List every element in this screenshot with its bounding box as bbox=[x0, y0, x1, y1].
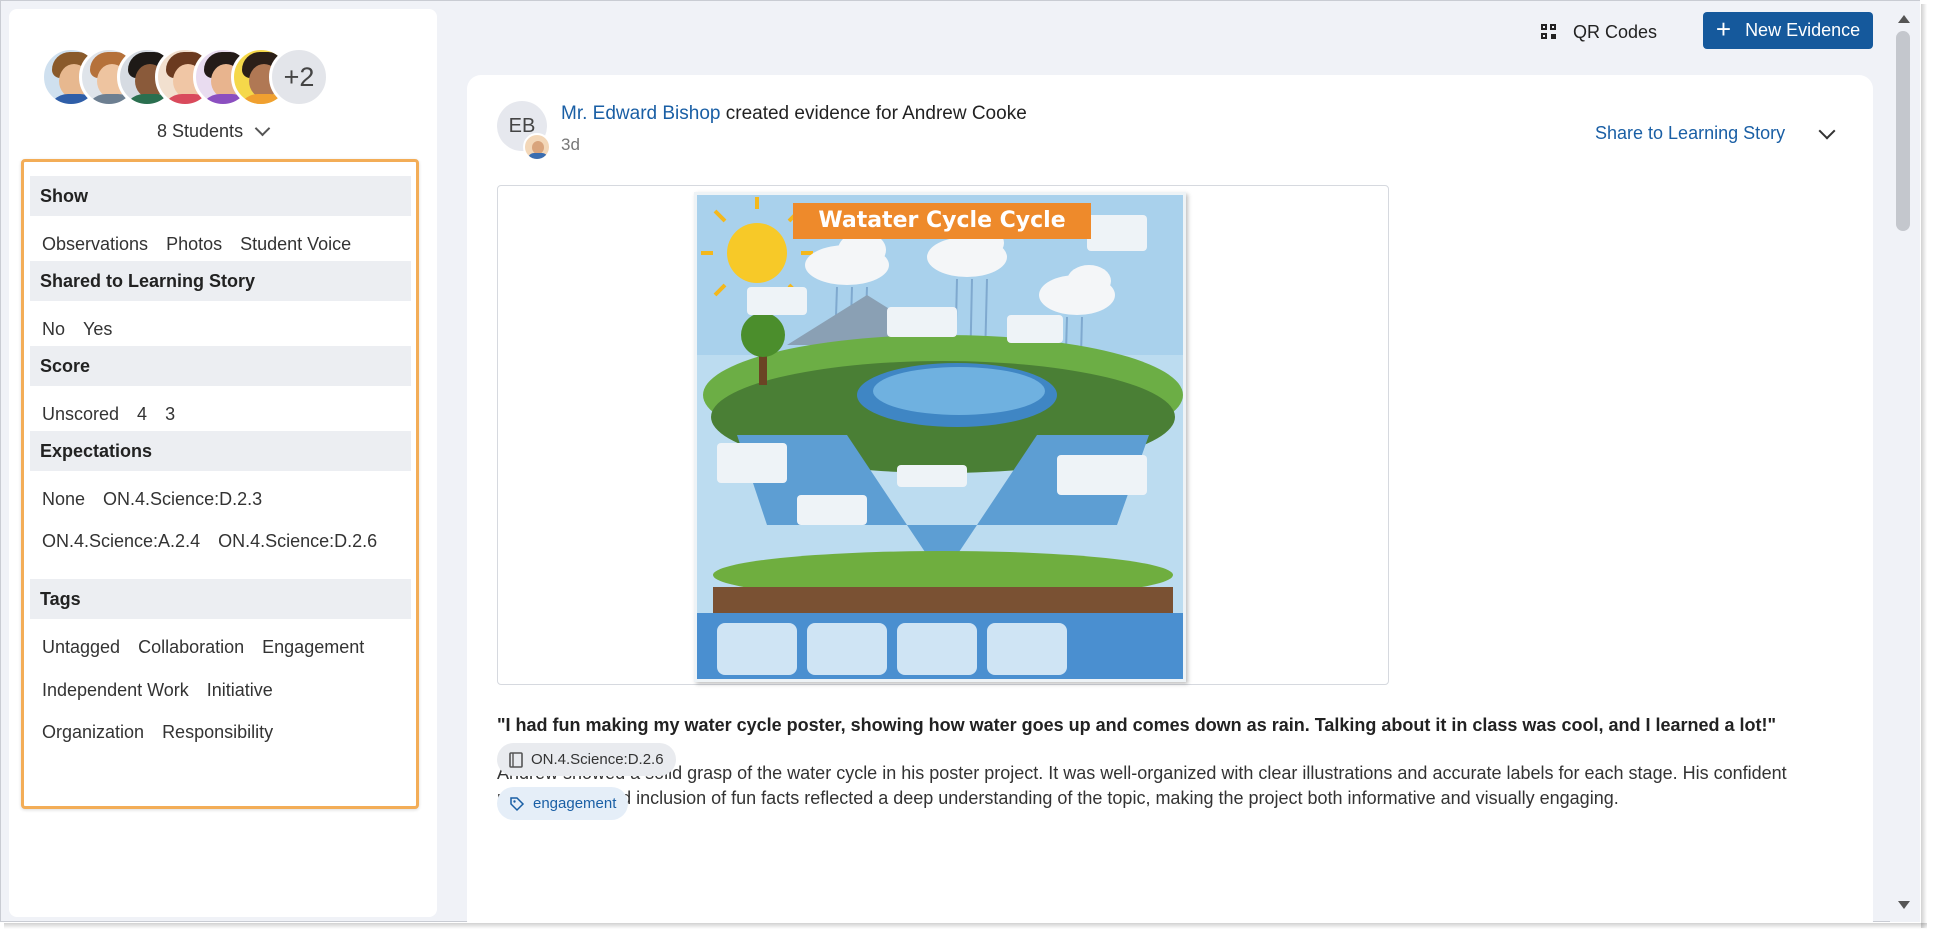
filter-option[interactable]: ON.4.Science:A.2.4 bbox=[42, 531, 200, 552]
filter-options-show: Observations Photos Student Voice bbox=[42, 234, 351, 255]
author-name-link[interactable]: Mr. Edward Bishop bbox=[561, 103, 720, 124]
filter-heading-shared: Shared to Learning Story bbox=[30, 261, 411, 301]
evidence-image-frame[interactable]: Watater Cycle Cycle bbox=[497, 185, 1389, 685]
student-mini-avatar bbox=[523, 133, 551, 161]
poster-illustration bbox=[697, 195, 1183, 679]
filter-options-shared: No Yes bbox=[42, 319, 112, 340]
water-cycle-poster-image[interactable]: Watater Cycle Cycle bbox=[694, 192, 1186, 682]
filter-option[interactable]: Responsibility bbox=[162, 722, 273, 743]
window-shadow bbox=[1921, 4, 1927, 928]
filter-option[interactable]: No bbox=[42, 319, 65, 340]
filter-panel: Show Observations Photos Student Voice S… bbox=[21, 159, 419, 809]
app-window: +2 8 Students Show Observations Photos S… bbox=[0, 0, 1920, 935]
filter-option[interactable]: Untagged bbox=[42, 637, 120, 658]
qr-codes-label: QR Codes bbox=[1573, 21, 1658, 42]
filter-option[interactable]: Collaboration bbox=[138, 637, 244, 658]
book-icon bbox=[509, 751, 523, 768]
student-avatars[interactable]: +2 bbox=[41, 47, 411, 109]
poster-title: Watater Cycle Cycle bbox=[793, 203, 1091, 239]
tag-icon bbox=[510, 796, 525, 811]
evidence-description: Andrew showed a solid grasp of the water… bbox=[497, 763, 1787, 808]
filter-option[interactable]: 4 bbox=[137, 404, 147, 425]
qr-code-icon bbox=[1541, 24, 1557, 40]
new-evidence-label: New Evidence bbox=[1745, 20, 1861, 40]
evidence-byline: Mr. Edward Bishop created evidence for A… bbox=[561, 103, 1027, 125]
chevron-down-icon bbox=[254, 120, 271, 137]
filter-option[interactable]: Organization bbox=[42, 722, 144, 743]
filter-option[interactable]: Observations bbox=[42, 234, 148, 255]
filter-options-expectations: ON.4.Science:A.2.4 ON.4.Science:D.2.6 bbox=[42, 531, 377, 552]
filter-options-tags: Organization Responsibility bbox=[42, 722, 273, 743]
filter-sidebar: +2 8 Students Show Observations Photos S… bbox=[9, 9, 437, 917]
students-dropdown[interactable]: 8 Students bbox=[157, 120, 271, 142]
filter-option[interactable]: Initiative bbox=[207, 680, 273, 701]
filter-option[interactable]: Photos bbox=[166, 234, 222, 255]
byline-action-text: created evidence for Andrew Cooke bbox=[720, 103, 1027, 124]
evidence-card: EB Mr. Edward Bishop created evidence fo… bbox=[467, 75, 1873, 935]
filter-options-score: Unscored 4 3 bbox=[42, 404, 175, 425]
time-ago: 3d bbox=[561, 135, 580, 154]
window-shadow bbox=[4, 923, 1927, 929]
expectation-chip[interactable]: ON.4.Science:D.2.6 bbox=[497, 743, 676, 776]
filter-heading-show: Show bbox=[30, 176, 411, 216]
filter-heading-tags: Tags bbox=[30, 579, 411, 619]
filter-options-tags: Independent Work Initiative bbox=[42, 680, 273, 701]
filter-heading-expectations: Expectations bbox=[30, 431, 411, 471]
student-voice-quote: "I had fun making my water cycle poster,… bbox=[497, 715, 1777, 735]
students-count-label: 8 Students bbox=[157, 121, 244, 141]
qr-codes-button[interactable]: QR Codes bbox=[1541, 19, 1657, 45]
filter-options-expectations: None ON.4.Science:D.2.3 bbox=[42, 489, 262, 510]
page-scrollbar[interactable] bbox=[1890, 1, 1920, 922]
filter-option[interactable]: Unscored bbox=[42, 404, 119, 425]
filter-heading-score: Score bbox=[30, 346, 411, 386]
filter-option[interactable]: ON.4.Science:D.2.6 bbox=[218, 531, 377, 552]
scroll-down-arrow-icon[interactable] bbox=[1898, 901, 1910, 909]
filter-option[interactable]: ON.4.Science:D.2.3 bbox=[103, 489, 262, 510]
share-label: Share to Learning Story bbox=[1595, 123, 1786, 143]
filter-option[interactable]: 3 bbox=[165, 404, 175, 425]
more-students-badge[interactable]: +2 bbox=[269, 47, 329, 107]
filter-option[interactable]: Student Voice bbox=[240, 234, 351, 255]
filter-option[interactable]: Independent Work bbox=[42, 680, 189, 701]
plus-icon: + bbox=[1715, 14, 1732, 44]
share-learning-story-dropdown[interactable]: Share to Learning Story bbox=[1595, 122, 1836, 144]
new-evidence-button[interactable]: + New Evidence bbox=[1703, 12, 1873, 49]
filter-option[interactable]: Yes bbox=[83, 319, 112, 340]
filter-option[interactable]: None bbox=[42, 489, 85, 510]
chevron-down-icon bbox=[1818, 122, 1836, 139]
filter-options-tags: Untagged Collaboration Engagement bbox=[42, 637, 364, 658]
scrollbar-thumb[interactable] bbox=[1896, 31, 1910, 231]
tag-chip[interactable]: engagement bbox=[497, 787, 629, 820]
expectation-chip-label: ON.4.Science:D.2.6 bbox=[531, 751, 664, 768]
tag-chip-label: engagement bbox=[533, 795, 617, 812]
scroll-up-arrow-icon[interactable] bbox=[1898, 15, 1910, 23]
filter-option[interactable]: Engagement bbox=[262, 637, 364, 658]
